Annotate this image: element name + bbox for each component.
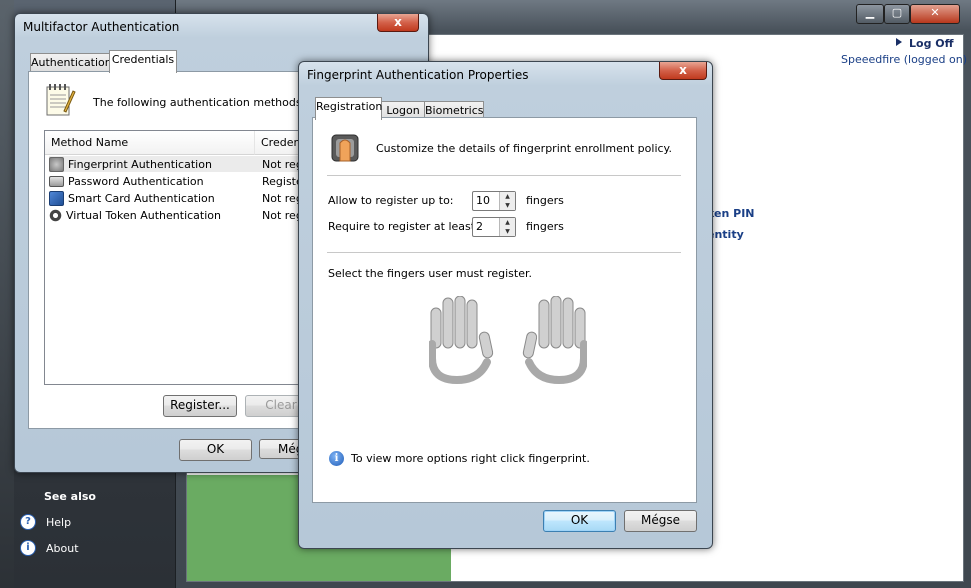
help-icon: ?: [20, 514, 36, 530]
finger-left-middle: [454, 295, 466, 349]
method-name: Virtual Token Authentication: [66, 208, 221, 222]
tab-registration[interactable]: Registration: [315, 97, 382, 120]
info-hint: i To view more options right click finge…: [329, 451, 590, 466]
method-name: Smart Card Authentication: [68, 191, 215, 205]
finger-left-thumb: [478, 331, 494, 359]
allow-register-stepper[interactable]: 10 ▲ ▼: [472, 191, 516, 211]
about-link[interactable]: i About: [20, 540, 79, 556]
logoff-arrow-icon: [894, 37, 904, 47]
divider: [327, 252, 681, 254]
method-status: Registe: [262, 174, 303, 188]
method-name: Password Authentication: [68, 174, 204, 188]
close-button[interactable]: x: [659, 62, 707, 80]
finger-left-index: [466, 299, 478, 349]
info-icon: i: [329, 451, 344, 466]
fingerprint-icon: [49, 156, 64, 172]
gear-icon: [49, 208, 62, 222]
policy-description: Customize the details of fingerprint enr…: [376, 142, 672, 155]
minimize-button[interactable]: ▁: [856, 4, 884, 24]
finger-left-ring: [442, 297, 454, 349]
allow-register-value[interactable]: 10: [476, 194, 490, 207]
tab-authentication[interactable]: Authentication: [30, 53, 112, 73]
require-register-stepper[interactable]: 2 ▲ ▼: [472, 217, 516, 237]
stepper-up-icon[interactable]: ▲: [500, 192, 515, 201]
allow-register-label: Allow to register up to:: [328, 194, 454, 207]
info-icon: i: [20, 540, 36, 556]
help-label: Help: [46, 515, 72, 529]
register-button[interactable]: Register...: [163, 395, 237, 417]
require-unit-label: fingers: [526, 220, 564, 233]
tab-credentials[interactable]: Credentials: [109, 50, 177, 73]
method-name: Fingerprint Authentication: [68, 157, 212, 171]
finger-right-index: [538, 299, 550, 349]
see-also-heading: See also: [44, 490, 96, 503]
info-hint-text: To view more options right click fingerp…: [351, 452, 590, 465]
stepper-down-icon[interactable]: ▼: [500, 201, 515, 210]
fingerprint-reader-icon: [331, 133, 359, 163]
ok-button[interactable]: OK: [543, 510, 616, 532]
token-pin-link[interactable]: ken PIN: [707, 207, 755, 220]
cancel-button[interactable]: Mégse: [624, 510, 697, 532]
ok-button[interactable]: OK: [179, 439, 252, 461]
log-off-link[interactable]: Log Off: [909, 37, 954, 50]
close-button[interactable]: x: [377, 14, 419, 32]
notepad-icon: [44, 83, 76, 117]
stepper-down-icon[interactable]: ▼: [500, 227, 515, 236]
finger-right-thumb: [522, 331, 538, 359]
select-fingers-instruction: Select the fingers user must register.: [328, 267, 533, 280]
stepper-up-icon[interactable]: ▲: [500, 218, 515, 227]
allow-unit-label: fingers: [526, 194, 564, 207]
left-hand-fingers[interactable]: [428, 295, 497, 385]
about-label: About: [46, 541, 79, 555]
help-link[interactable]: ? Help: [20, 514, 71, 530]
logged-in-user: Speeedfire (logged on): [841, 53, 968, 66]
dialog-title: Multifactor Authentication: [23, 20, 180, 34]
finger-right-ring: [562, 297, 574, 349]
maximize-button[interactable]: ▢: [884, 4, 910, 24]
require-register-value[interactable]: 2: [476, 220, 483, 233]
app-close-button[interactable]: ✕: [910, 4, 960, 24]
right-hand-fingers[interactable]: [519, 295, 588, 385]
finger-right-middle: [550, 295, 562, 349]
smart-card-icon: [49, 190, 64, 206]
dialog-title: Fingerprint Authentication Properties: [307, 68, 529, 82]
desktop-edge: [0, 0, 14, 588]
require-register-label: Require to register at least:: [328, 220, 479, 233]
fingerprint-properties-dialog: Fingerprint Authentication Properties x …: [298, 61, 713, 549]
column-method-name[interactable]: Method Name: [45, 131, 255, 155]
divider: [327, 175, 681, 177]
keyboard-icon: [49, 175, 64, 187]
